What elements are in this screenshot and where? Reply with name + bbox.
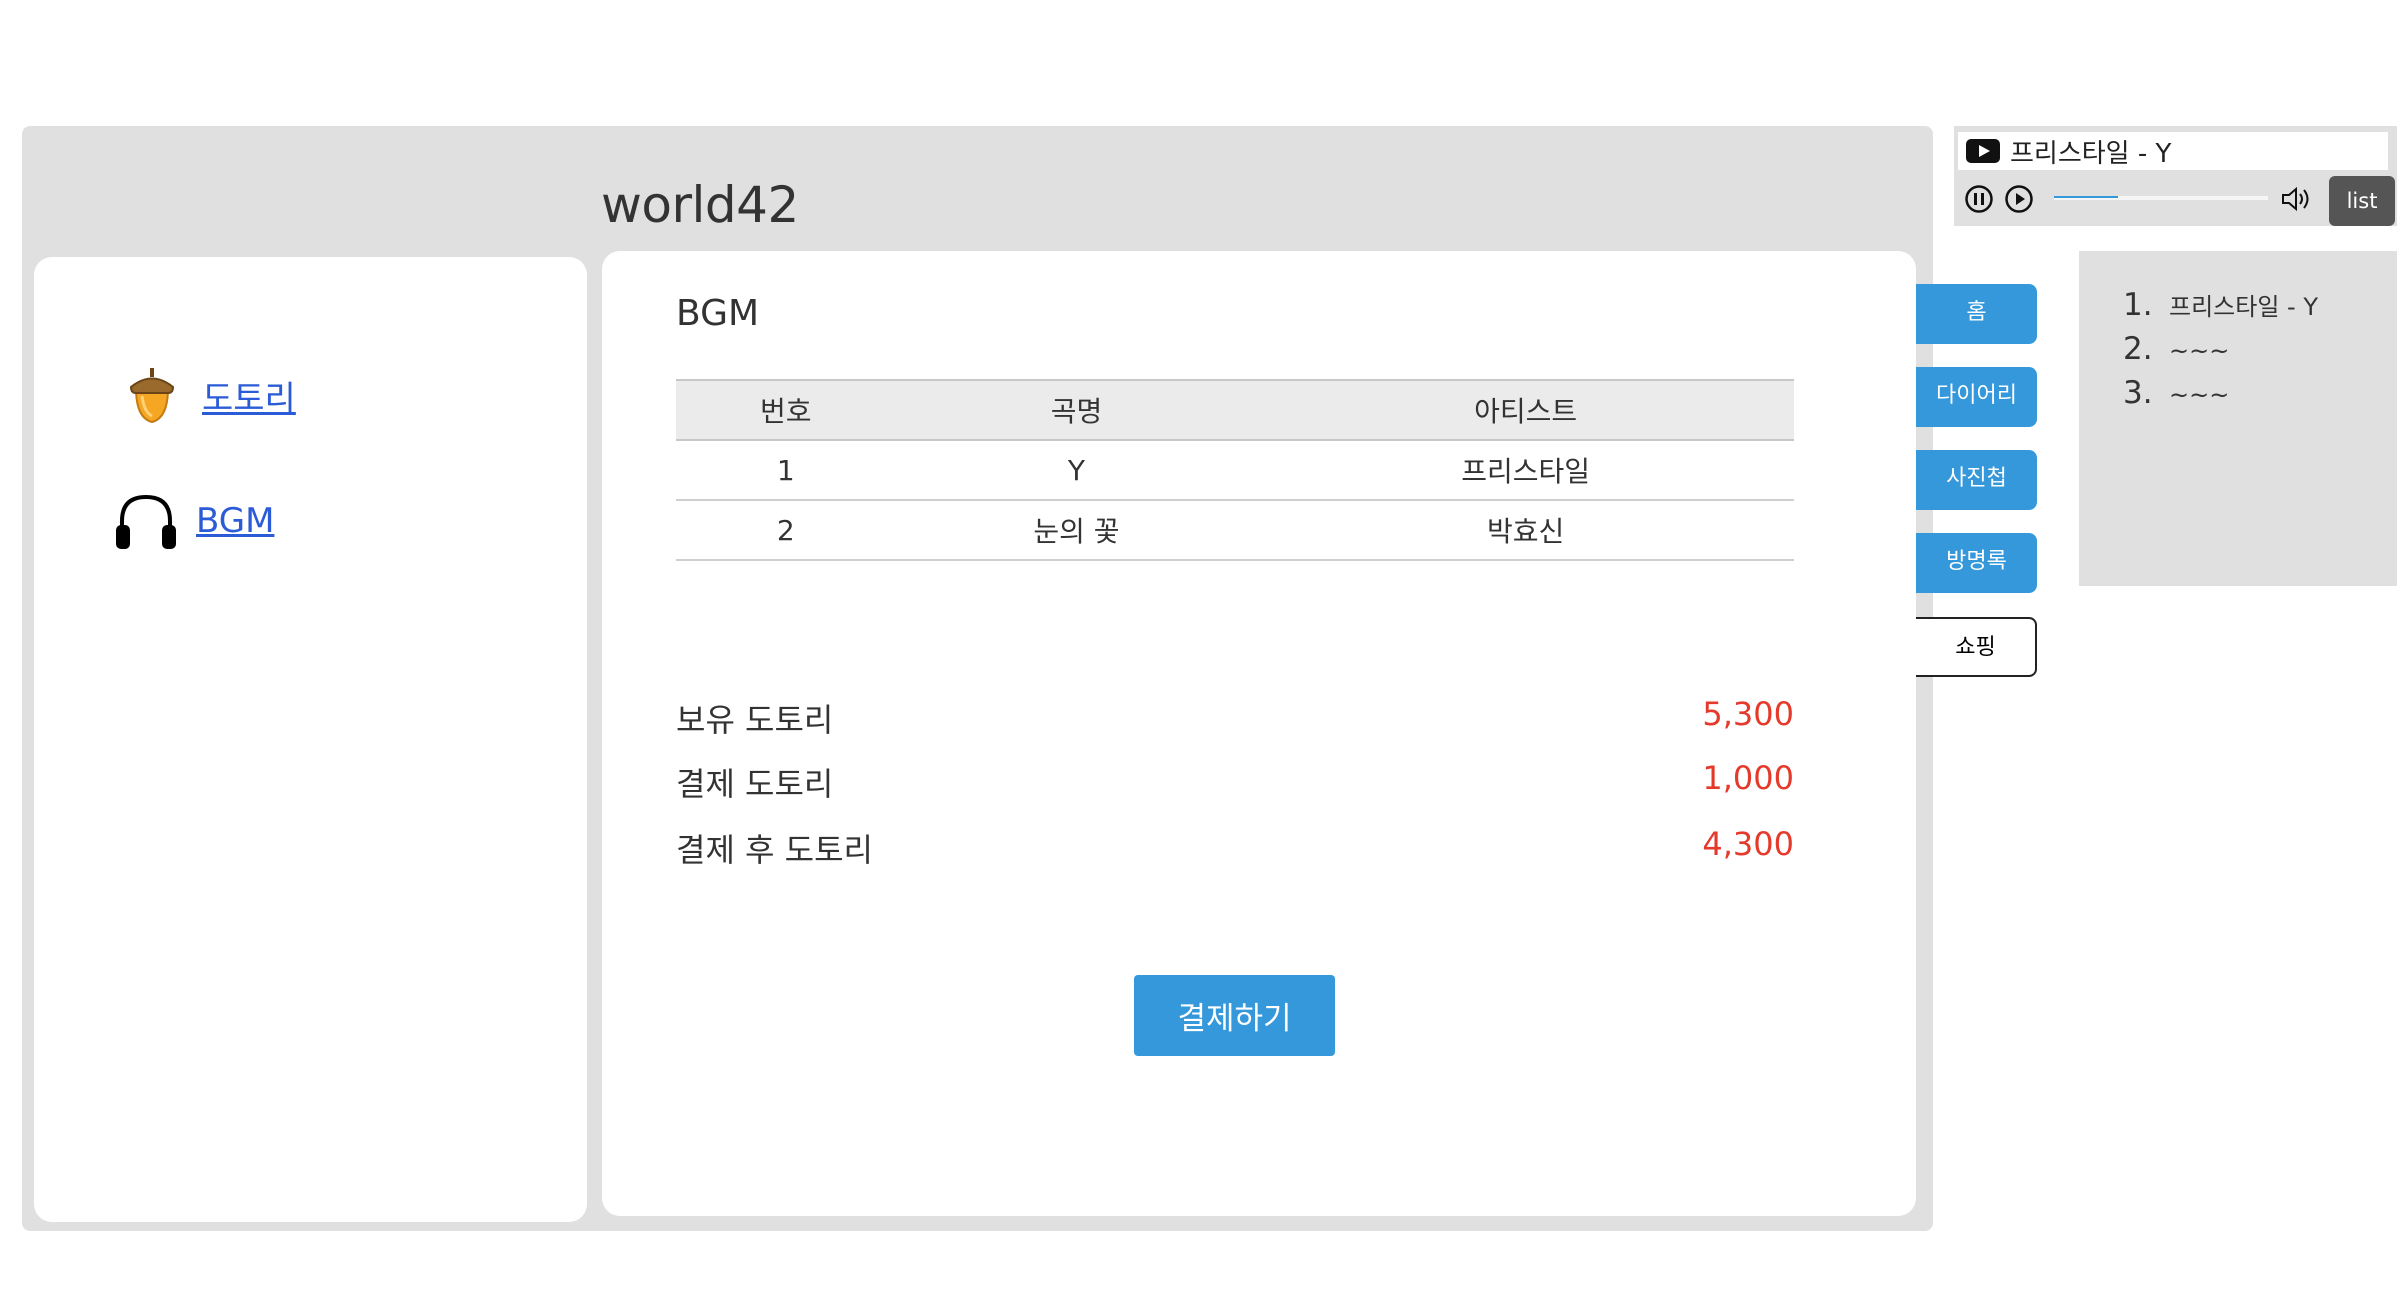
summary-value: 5,300 [1702, 695, 1794, 733]
pay-button[interactable]: 결제하기 [1134, 975, 1335, 1056]
list-item-number: 2. [2123, 331, 2153, 367]
cell-artist: 박효신 [1257, 500, 1794, 561]
youtube-icon [1966, 139, 2000, 163]
now-playing-bar: 프리스타일 - Y [1958, 132, 2388, 170]
column-header-number: 번호 [676, 379, 896, 441]
sidebar-item-label[interactable]: BGM [196, 501, 274, 541]
tab-diary[interactable]: 다이어리 [1916, 367, 2037, 427]
playlist-button[interactable]: list [2329, 176, 2395, 226]
music-player: 프리스타일 - Y list [1954, 126, 2397, 226]
summary-label: 결제 도토리 [676, 765, 834, 803]
sidebar-item-label[interactable]: 도토리 [202, 371, 296, 420]
playlist-panel: 1. 프리스타일 - Y 2. ~~~ 3. ~~~ [2079, 251, 2397, 586]
list-item[interactable]: 2. ~~~ [2123, 331, 2229, 367]
acorn-icon [120, 363, 184, 427]
summary-payment: 결제 도토리 1,000 [676, 759, 1794, 805]
summary-value: 4,300 [1702, 825, 1794, 863]
column-header-artist: 아티스트 [1257, 379, 1794, 441]
pause-icon[interactable] [1964, 184, 1994, 214]
sidebar: 도토리 BGM [34, 257, 587, 1222]
sidebar-item-bgm[interactable]: BGM [114, 489, 274, 553]
table-header-row: 번호 곡명 아티스트 [676, 379, 1794, 441]
list-item-number: 3. [2123, 375, 2153, 411]
cell-title: 눈의 꽃 [895, 500, 1258, 561]
tab-home[interactable]: 홈 [1916, 284, 2037, 344]
list-item-number: 1. [2123, 287, 2153, 323]
cell-number: 1 [676, 440, 896, 501]
table-row: 1 Y 프리스타일 [676, 440, 1794, 501]
summary-value: 1,000 [1702, 759, 1794, 797]
list-item[interactable]: 1. 프리스타일 - Y [2123, 287, 2318, 323]
headphones-icon [114, 489, 178, 553]
cell-title: Y [895, 440, 1258, 501]
sidebar-item-acorn[interactable]: 도토리 [120, 363, 296, 427]
summary-remaining: 결제 후 도토리 4,300 [676, 825, 1794, 871]
summary-label: 결제 후 도토리 [676, 831, 873, 869]
column-header-title: 곡명 [895, 379, 1258, 441]
section-title: BGM [676, 293, 760, 334]
tab-shopping[interactable]: 쇼핑 [1916, 617, 2037, 677]
tab-album[interactable]: 사진첩 [1916, 450, 2037, 510]
summary-owned: 보유 도토리 5,300 [676, 695, 1794, 741]
table-row: 2 눈의 꽃 박효신 [676, 500, 1794, 561]
summary-label: 보유 도토리 [676, 701, 834, 739]
list-item-text: ~~~ [2169, 381, 2230, 409]
volume-icon[interactable] [2280, 184, 2310, 214]
list-item-text: ~~~ [2169, 337, 2230, 365]
play-icon[interactable] [2004, 184, 2034, 214]
list-item-text: 프리스타일 - Y [2169, 293, 2318, 321]
cell-number: 2 [676, 500, 896, 561]
now-playing-title: 프리스타일 - Y [2010, 138, 2172, 169]
progress-fill [2054, 196, 2119, 198]
cell-artist: 프리스타일 [1257, 440, 1794, 501]
page-title: world42 [601, 176, 799, 234]
list-item[interactable]: 3. ~~~ [2123, 375, 2229, 411]
bgm-table: 번호 곡명 아티스트 1 Y 프리스타일 2 눈의 꽃 박효신 [676, 379, 1794, 561]
tab-guestbook[interactable]: 방명록 [1916, 533, 2037, 593]
progress-slider[interactable] [2054, 196, 2268, 200]
content-panel: BGM 번호 곡명 아티스트 1 Y 프리스타일 2 눈의 꽃 박효신 보유 도… [602, 251, 1916, 1216]
